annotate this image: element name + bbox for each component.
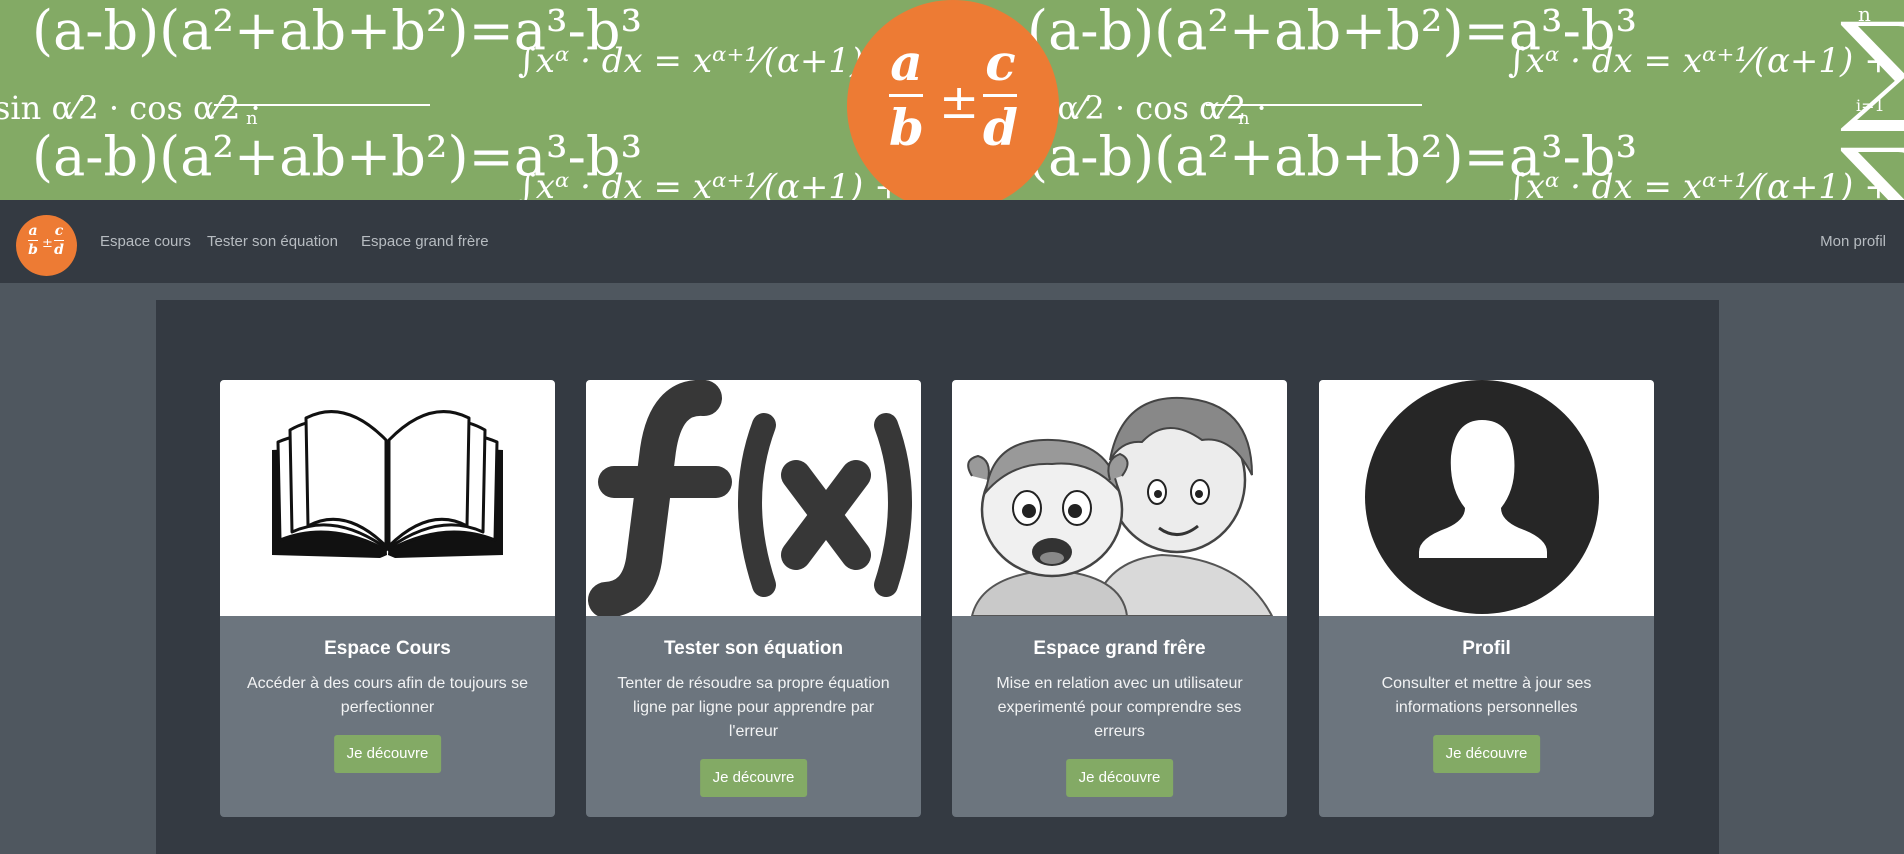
- card-title: Tester son équation: [663, 638, 844, 659]
- formula-trig: sin α⁄2 · cos α⁄2 ·: [0, 89, 261, 127]
- nav-link-mon-profil[interactable]: Mon profil: [1820, 233, 1886, 250]
- card-espace-cours: Espace Cours Accéder à des cours afin de…: [220, 380, 555, 817]
- card-espace-grand-frere: Espace grand frêre Mise en relation avec…: [952, 380, 1287, 817]
- nav-home-logo[interactable]: a b ± c d: [16, 215, 77, 276]
- discover-button-equation[interactable]: Je découvre: [699, 759, 808, 797]
- card-title: Profil: [1462, 638, 1511, 659]
- logo-fraction-cd: c d: [983, 33, 1018, 157]
- discover-button-cours[interactable]: Je découvre: [333, 735, 442, 773]
- discover-button-grand-frere[interactable]: Je découvre: [1065, 759, 1174, 797]
- card-profil: Profil Consulter et mettre à jour ses in…: [1319, 380, 1654, 817]
- card-description: Consulter et mettre à jour ses informati…: [1381, 675, 1592, 716]
- sqrt-bar-2: [1206, 104, 1422, 106]
- nav-link-tester-equation[interactable]: Tester son équation: [207, 233, 338, 250]
- discover-button-profil[interactable]: Je découvre: [1432, 735, 1541, 773]
- card-description: Accéder à des cours afin de toujours se …: [246, 675, 529, 716]
- sigma-lower-bound: i=1: [1856, 96, 1885, 115]
- function-fx-icon: [586, 380, 921, 616]
- siblings-illustration: [952, 380, 1287, 616]
- card-title: Espace Cours: [324, 638, 451, 659]
- user-silhouette-icon: [1319, 380, 1654, 616]
- card-tester-equation: Tester son équation Tenter de résoudre s…: [586, 380, 921, 817]
- card-title: Espace grand frêre: [1033, 638, 1206, 659]
- header-banner: (a-b)(a²+ab+b²)=a³-b³ ∫xᵅ · dx = xᵅ⁺¹⁄(α…: [0, 0, 1904, 200]
- main-container: Espace Cours Accéder à des cours afin de…: [156, 300, 1719, 854]
- card-description: Tenter de résoudre sa propre équation li…: [617, 675, 890, 740]
- site-logo-large: a b ± c d: [847, 0, 1059, 200]
- nav-link-espace-cours[interactable]: Espace cours: [100, 233, 191, 250]
- plus-minus-icon: ±: [939, 74, 980, 130]
- plus-minus-icon-small: ±: [42, 236, 53, 251]
- logo-fraction-ab: a b: [889, 33, 924, 157]
- card-description: Mise en relation avec un utilisateur exp…: [996, 675, 1243, 740]
- navbar: a b ± c d Espace cours Tester son équati…: [0, 200, 1904, 283]
- sigma-icon-2: ∑: [1840, 124, 1904, 201]
- open-book-icon: [220, 380, 555, 616]
- formula-integral-3: ∫xᵅ · dx = xᵅ⁺¹⁄(α+1) + c: [518, 167, 933, 200]
- nav-link-espace-grand-frere[interactable]: Espace grand frère: [361, 233, 489, 250]
- sqrt-bar: [214, 104, 430, 106]
